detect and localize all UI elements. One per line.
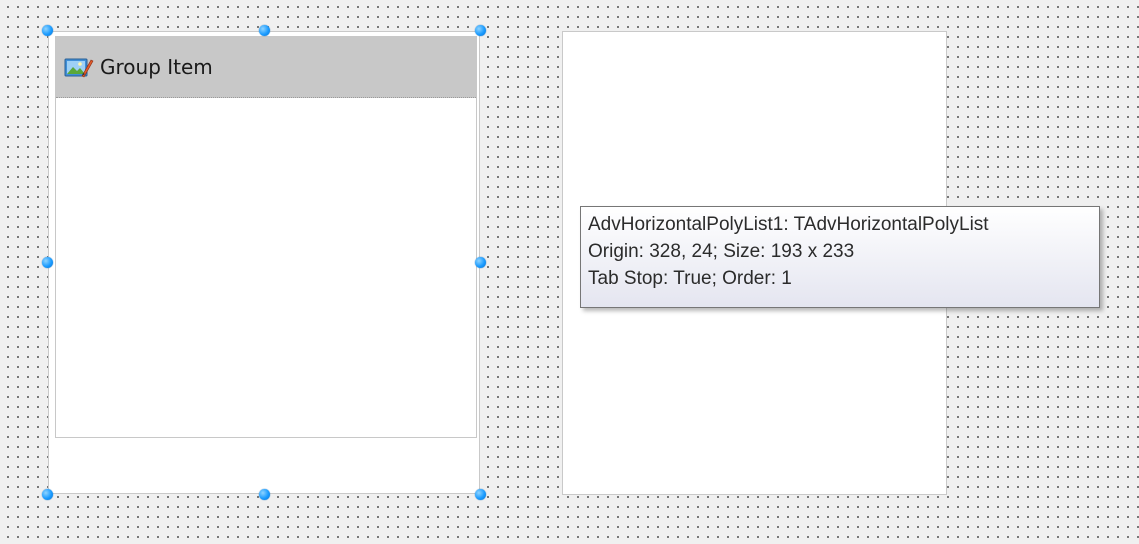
group-item[interactable]: Group Item (55, 36, 477, 438)
selected-poly-list-control[interactable]: Group Item (48, 31, 480, 494)
group-item-header[interactable]: Group Item (56, 37, 476, 98)
tooltip-tab-order: Tab Stop: True; Order: 1 (588, 268, 792, 289)
resize-handle-bottom-left[interactable] (42, 489, 53, 500)
resize-handle-top-center[interactable] (259, 25, 270, 36)
component-hint-tooltip: AdvHorizontalPolyList1: TAdvHorizontalPo… (580, 206, 1100, 308)
form-design-canvas[interactable]: Group Item AdvHorizontalPolyList1: TAdvH… (0, 0, 1139, 544)
group-item-title: Group Item (100, 55, 213, 79)
tooltip-component-name: AdvHorizontalPolyList1: TAdvHorizontalPo… (588, 214, 989, 235)
resize-handle-top-right[interactable] (475, 25, 486, 36)
resize-handle-bottom-right[interactable] (475, 489, 486, 500)
tooltip-origin-size: Origin: 328, 24; Size: 193 x 233 (588, 241, 855, 262)
resize-handle-bottom-center[interactable] (259, 489, 270, 500)
resize-handle-middle-right[interactable] (475, 257, 486, 268)
resize-handle-top-left[interactable] (42, 25, 53, 36)
group-item-image-icon (64, 56, 94, 78)
resize-handle-middle-left[interactable] (42, 257, 53, 268)
